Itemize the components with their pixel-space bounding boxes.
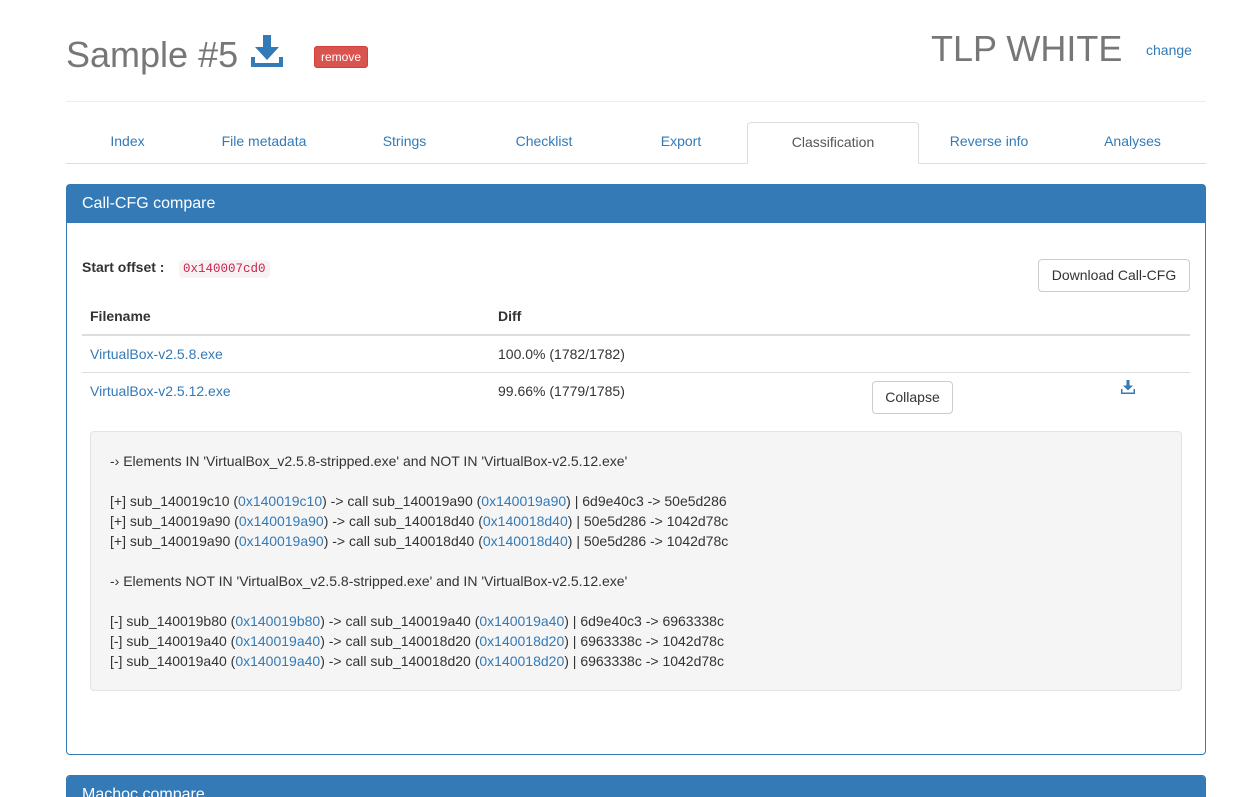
address-link[interactable]: 0x140018d40 xyxy=(483,533,568,549)
remove-button[interactable]: remove xyxy=(314,46,369,68)
diff-line-added: [+] sub_140019c10 (0x140019c10) -> call … xyxy=(110,493,727,509)
callcfg-panel-heading: Call-CFG compare xyxy=(67,185,1205,223)
address-link[interactable]: 0x140019a90 xyxy=(481,493,566,509)
diff-line-added: [+] sub_140019a90 (0x140019a90) -> call … xyxy=(110,533,729,549)
page-title: Sample #5 xyxy=(66,34,239,75)
diff-details-well: -› Elements IN 'VirtualBox_v2.5.8-stripp… xyxy=(90,431,1182,691)
address-link[interactable]: 0x140018d40 xyxy=(483,513,568,529)
machoc-panel-heading: Machoc compare xyxy=(67,776,1205,797)
row-1-diff: 100.0% (1782/1782) xyxy=(498,346,625,362)
column-header-filename: Filename xyxy=(90,308,151,324)
tab-checklist[interactable]: Checklist xyxy=(470,122,618,164)
tlp-label: TLP WHITE xyxy=(931,28,1123,69)
address-link[interactable]: 0x140019a40 xyxy=(235,653,320,669)
tab-index[interactable]: Index xyxy=(66,122,189,164)
download-icon[interactable] xyxy=(1121,380,1135,394)
callcfg-panel: Call-CFG compare Start offset : 0x140007… xyxy=(66,184,1206,755)
collapse-button[interactable]: Collapse xyxy=(872,381,953,414)
machoc-panel: Machoc compare xyxy=(66,775,1206,797)
address-link[interactable]: 0x140019b80 xyxy=(235,613,320,629)
address-link[interactable]: 0x140019a90 xyxy=(239,513,324,529)
tab-file-metadata[interactable]: File metadata xyxy=(189,122,339,164)
column-header-diff: Diff xyxy=(498,308,522,324)
in-elements-heading: -› Elements IN 'VirtualBox_v2.5.8-stripp… xyxy=(110,453,628,469)
change-tlp-link[interactable]: change xyxy=(1146,42,1192,58)
diff-line-removed: [-] sub_140019a40 (0x140019a40) -> call … xyxy=(110,653,724,669)
tab-strings[interactable]: Strings xyxy=(339,122,470,164)
start-offset-value: 0x140007cd0 xyxy=(179,260,270,278)
diff-line-removed: [-] sub_140019b80 (0x140019b80) -> call … xyxy=(110,613,724,629)
row-2-diff: 99.66% (1779/1785) xyxy=(498,383,625,399)
notin-elements-heading: -› Elements NOT IN 'VirtualBox_v2.5.8-st… xyxy=(110,573,628,589)
address-link[interactable]: 0x140019a40 xyxy=(479,613,564,629)
download-callcfg-button[interactable]: Download Call-CFG xyxy=(1038,259,1190,292)
start-offset-label: Start offset : xyxy=(82,259,165,275)
diff-line-added: [+] sub_140019a90 (0x140019a90) -> call … xyxy=(110,513,729,529)
table-header-divider xyxy=(82,334,1190,336)
tab-bar: Index File metadata Strings Checklist Ex… xyxy=(66,122,1206,164)
address-link[interactable]: 0x140018d20 xyxy=(479,653,564,669)
address-link[interactable]: 0x140019a90 xyxy=(239,533,324,549)
row-2-filename-link[interactable]: VirtualBox-v2.5.12.exe xyxy=(90,383,231,399)
download-icon[interactable] xyxy=(249,33,285,69)
address-link[interactable]: 0x140019a40 xyxy=(235,633,320,649)
address-link[interactable]: 0x140018d20 xyxy=(479,633,564,649)
tab-classification[interactable]: Classification xyxy=(747,122,919,164)
diff-line-removed: [-] sub_140019a40 (0x140019a40) -> call … xyxy=(110,633,724,649)
tab-reverse-info[interactable]: Reverse info xyxy=(919,122,1059,164)
tab-export[interactable]: Export xyxy=(618,122,744,164)
row-divider xyxy=(82,372,1190,373)
tab-analyses[interactable]: Analyses xyxy=(1059,122,1206,164)
page-header: Sample #5 remove TLP WHITE change xyxy=(66,28,1206,102)
row-1-filename-link[interactable]: VirtualBox-v2.5.8.exe xyxy=(90,346,223,362)
address-link[interactable]: 0x140019c10 xyxy=(238,493,322,509)
